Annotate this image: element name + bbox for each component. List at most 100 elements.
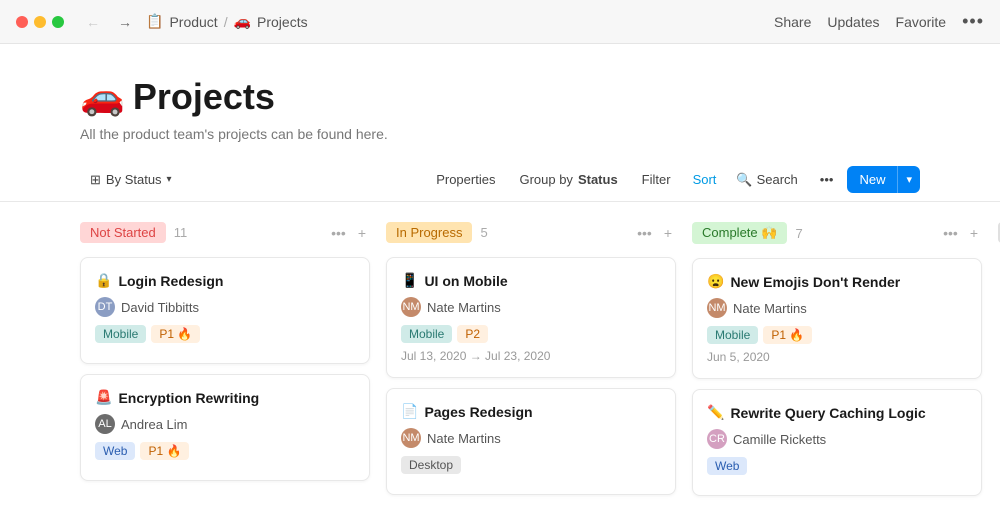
sort-button[interactable]: Sort (685, 167, 725, 192)
sort-label: Sort (693, 172, 717, 187)
card[interactable]: 📄 Pages RedesignNMNate MartinsDesktop (386, 388, 676, 495)
breadcrumb-projects-icon: 🚗 (234, 13, 251, 30)
card-emoji: 📄 (401, 403, 418, 420)
column-more-button[interactable]: ••• (327, 223, 350, 243)
card-person-name: David Tibbitts (121, 300, 199, 315)
page-description: All the product team's projects can be f… (80, 126, 920, 142)
card-emoji: 🔒 (95, 272, 112, 289)
card-person-name: Nate Martins (427, 431, 501, 446)
close-dot[interactable] (16, 16, 28, 28)
toolbar-more-button[interactable]: ••• (810, 167, 844, 192)
titlebar-actions: Share Updates Favorite ••• (774, 11, 984, 32)
card-date: Jun 5, 2020 (707, 350, 967, 364)
column-add-button[interactable]: + (660, 223, 676, 243)
by-status-icon: ⊞ (90, 172, 101, 188)
avatar: CR (707, 429, 727, 449)
card-title: 😦 New Emojis Don't Render (707, 273, 967, 290)
column-header-not-started: Not Started 11 •••+ (80, 218, 370, 247)
column-count: 5 (480, 225, 487, 240)
breadcrumb-product[interactable]: Product (169, 14, 217, 30)
new-button-group: New ▾ (847, 166, 920, 193)
new-button-caret[interactable]: ▾ (897, 166, 920, 193)
column-count: 7 (795, 226, 802, 241)
card[interactable]: 😦 New Emojis Don't Render NM Nate Martins M… (692, 258, 982, 379)
breadcrumb-icon: 📋 (146, 13, 163, 30)
column-actions: •••+ (327, 223, 370, 243)
new-button[interactable]: New (847, 166, 897, 193)
card-title: 📱 UI on Mobile (401, 272, 661, 289)
avatar: NM (401, 297, 421, 317)
column-complete: Complete 🙌 7 •••+ 😦 New Emojis Don't Render… (692, 218, 982, 505)
column-actions: •••+ (633, 223, 676, 243)
card-title: 📄 Pages Redesign (401, 403, 661, 420)
page-title: 🚗 Projects (80, 76, 920, 118)
card-person-name: Andrea Lim (121, 417, 187, 432)
card[interactable]: ✏️ Rewrite Query Caching LogicCRCamille … (692, 389, 982, 496)
filter-button[interactable]: Filter (632, 167, 681, 192)
forward-button[interactable]: → (114, 12, 136, 32)
card-emoji: 😦 (707, 273, 724, 290)
share-button[interactable]: Share (774, 14, 811, 30)
updates-button[interactable]: Updates (827, 14, 879, 30)
breadcrumb-projects[interactable]: Projects (257, 14, 308, 30)
avatar: NM (707, 298, 727, 318)
avatar: AL (95, 414, 115, 434)
column-count: 11 (174, 225, 188, 240)
column-add-button[interactable]: + (966, 223, 982, 243)
card-title: 🚨 Encryption Rewriting (95, 389, 355, 406)
by-status-caret: ▾ (167, 174, 172, 185)
card-title: ✏️ Rewrite Query Caching Logic (707, 404, 967, 421)
card-tag: P1 🔥 (151, 325, 200, 343)
card-tags: Mobile P1 🔥 (707, 326, 967, 344)
card-person: NM Nate Martins (401, 297, 661, 317)
favorite-button[interactable]: Favorite (896, 14, 947, 30)
card-tag: Mobile (707, 326, 758, 344)
page-title-text: Projects (133, 76, 275, 118)
card-person-name: Nate Martins (427, 300, 501, 315)
card-tag: P2 (457, 325, 488, 343)
column-not-started: Not Started 11 •••+ 🔒 Login Redesign DT David… (80, 218, 370, 505)
column-more-button[interactable]: ••• (633, 223, 656, 243)
card-tag: Mobile (401, 325, 452, 343)
card-tags: WebP1 🔥 (95, 442, 355, 460)
search-button[interactable]: 🔍 Search (728, 167, 805, 193)
toolbar-more-icon: ••• (820, 172, 834, 187)
maximize-dot[interactable] (52, 16, 64, 28)
back-button[interactable]: ← (82, 12, 104, 32)
card[interactable]: 🔒 Login RedesignDTDavid TibbittsMobileP1… (80, 257, 370, 364)
card-tag: Web (95, 442, 135, 460)
minimize-dot[interactable] (34, 16, 46, 28)
avatar: DT (95, 297, 115, 317)
card-person: NM Nate Martins (707, 298, 967, 318)
breadcrumb-separator: / (224, 14, 228, 30)
toolbar-right: Properties Group by Status Filter Sort 🔍… (426, 166, 920, 193)
card-tag: P1 🔥 (763, 326, 812, 344)
card-person: AL Andrea Lim (95, 414, 355, 434)
card[interactable]: 📱 UI on MobileNMNate MartinsMobileP2Jul … (386, 257, 676, 378)
group-by-button[interactable]: Group by Status (509, 167, 627, 192)
status-badge: Complete 🙌 (692, 222, 787, 244)
more-button[interactable]: ••• (962, 11, 984, 32)
card-emoji: ✏️ (707, 404, 724, 421)
card-person: NMNate Martins (401, 428, 661, 448)
column-add-button[interactable]: + (354, 223, 370, 243)
card-title: 🔒 Login Redesign (95, 272, 355, 289)
group-by-value: Status (578, 172, 618, 187)
column-in-progress: In Progress5•••+📱 UI on MobileNMNate Mar… (386, 218, 676, 505)
card[interactable]: 🚨 Encryption Rewriting AL Andrea Lim WebP1 … (80, 374, 370, 481)
titlebar: ← → 📋 Product / 🚗 Projects Share Updates… (0, 0, 1000, 44)
traffic-lights (16, 16, 64, 28)
column-actions: •••+ (939, 223, 982, 243)
by-status-button[interactable]: ⊞ By Status ▾ (80, 167, 182, 193)
board: Not Started11•••+🔒 Login RedesignDTDavid… (0, 202, 1000, 521)
card-person-name: Nate Martins (733, 301, 807, 316)
by-status-label: By Status (106, 172, 162, 187)
card-emoji: 📱 (401, 272, 418, 289)
card-person: DT David Tibbitts (95, 297, 355, 317)
status-badge: Not Started (80, 222, 166, 243)
column-more-button[interactable]: ••• (939, 223, 962, 243)
filter-label: Filter (642, 172, 671, 187)
properties-label: Properties (436, 172, 495, 187)
page-emoji: 🚗 (80, 76, 125, 118)
properties-button[interactable]: Properties (426, 167, 505, 192)
